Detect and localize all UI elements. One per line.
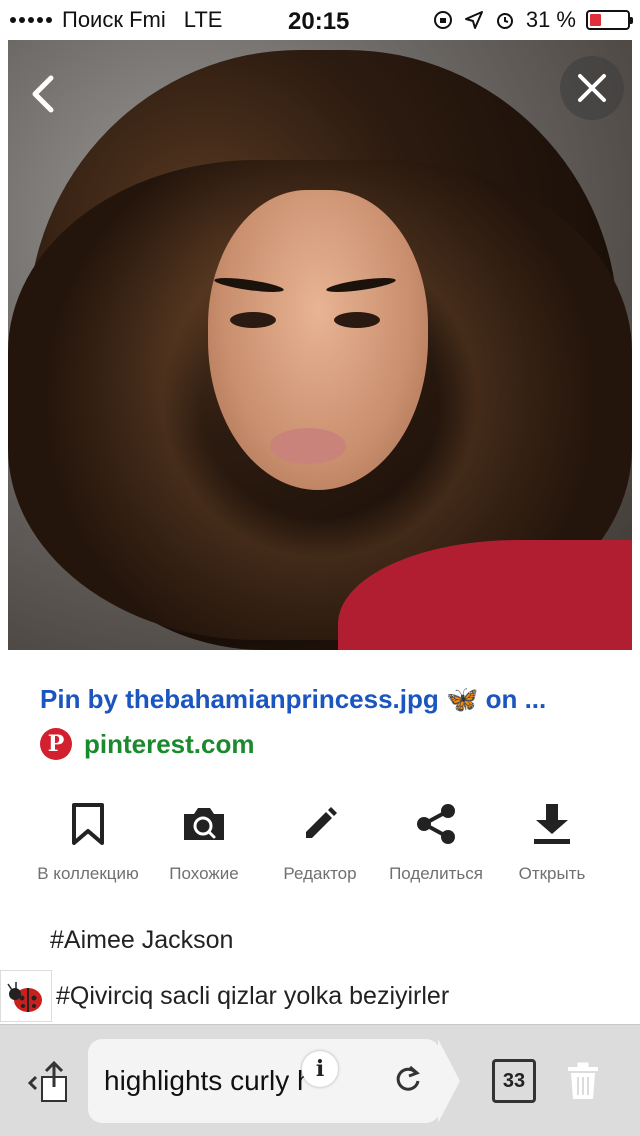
search-input[interactable]: highlights curly har bbox=[88, 1039, 440, 1123]
location-icon bbox=[464, 11, 483, 29]
orientation-lock-icon bbox=[433, 11, 452, 29]
reload-button[interactable] bbox=[394, 1063, 422, 1098]
battery-icon bbox=[586, 10, 633, 30]
share-page-button[interactable] bbox=[26, 1059, 70, 1110]
action-bar: В коллекцию Похожие Редактор Поделиться … bbox=[30, 796, 610, 884]
battery-percent: 31 % bbox=[525, 7, 576, 32]
open-button[interactable]: Открыть bbox=[494, 796, 610, 884]
source-domain[interactable]: pinterest.com bbox=[84, 729, 255, 760]
pencil-icon bbox=[306, 807, 337, 838]
bookmark-icon bbox=[72, 803, 104, 845]
status-time: 20:15 bbox=[288, 8, 350, 35]
close-button[interactable] bbox=[560, 56, 624, 120]
share-icon bbox=[417, 804, 455, 844]
tag-link[interactable]: #Aimee Jackson bbox=[50, 926, 233, 955]
add-to-collection-button[interactable]: В коллекцию bbox=[30, 796, 146, 884]
share-button[interactable]: Поделиться bbox=[378, 796, 494, 884]
similar-button[interactable]: Похожие bbox=[146, 796, 262, 884]
tag-item[interactable]: #Qivirciq sacli qizlar yolka beziyirler bbox=[0, 970, 449, 1022]
trash-icon bbox=[568, 1062, 598, 1099]
signal-icon bbox=[10, 17, 52, 23]
info-icon[interactable]: i bbox=[302, 1051, 338, 1087]
trash-button[interactable] bbox=[566, 1061, 600, 1106]
status-bar: Поиск Fmi LTE 20:15 31 % bbox=[0, 0, 640, 40]
network-type: LTE bbox=[183, 7, 223, 32]
reload-icon bbox=[396, 1065, 420, 1091]
url-field-arrow bbox=[438, 1039, 460, 1123]
alarm-icon bbox=[496, 13, 513, 29]
share-up-icon bbox=[27, 1060, 67, 1102]
close-icon bbox=[578, 74, 606, 102]
pinterest-logo-icon: P bbox=[40, 728, 72, 760]
action-label: Открыть bbox=[518, 864, 586, 883]
back-button[interactable] bbox=[12, 62, 76, 126]
image-preview[interactable] bbox=[8, 40, 632, 650]
download-icon bbox=[534, 804, 570, 844]
ladybug-icon bbox=[0, 970, 52, 1022]
chevron-left-icon bbox=[32, 75, 54, 113]
action-label: Поделиться bbox=[389, 864, 483, 883]
status-right: 31 % bbox=[432, 7, 633, 33]
editor-button[interactable]: Редактор bbox=[262, 796, 378, 884]
tag-link[interactable]: #Qivirciq sacli qizlar yolka beziyirler bbox=[56, 982, 449, 1011]
action-label: Похожие bbox=[169, 864, 239, 883]
result-title[interactable]: Pin by thebahamianprincess.jpg 🦋 on ... bbox=[40, 684, 600, 715]
battery-level bbox=[590, 14, 602, 26]
carrier-name: Поиск Fmi bbox=[62, 7, 166, 32]
action-label: В коллекцию bbox=[37, 864, 139, 883]
status-left: Поиск Fmi LTE bbox=[10, 7, 222, 33]
url-text: highlights curly har bbox=[104, 1065, 304, 1096]
browser-toolbar: highlights curly har i 33 bbox=[0, 1024, 640, 1136]
camera-search-icon bbox=[184, 808, 224, 840]
action-label: Редактор bbox=[283, 864, 357, 883]
tabs-button[interactable]: 33 bbox=[492, 1059, 536, 1103]
result-source[interactable]: P pinterest.com bbox=[40, 728, 255, 760]
